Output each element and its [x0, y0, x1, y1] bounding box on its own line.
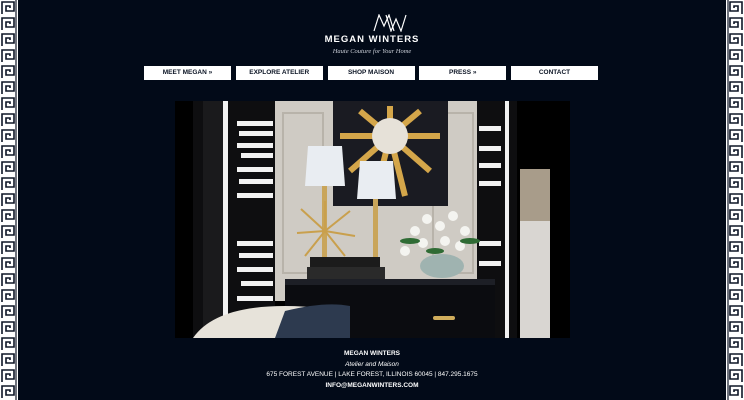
- nav-press[interactable]: PRESS »: [419, 66, 507, 80]
- footer-address: 675 FOREST AVENUE | LAKE FOREST, ILLINOI…: [266, 371, 478, 378]
- nav-contact[interactable]: CONTACT: [511, 66, 598, 80]
- main-nav: MEET MEGAN » EXPLORE ATELIER SHOP MAISON…: [144, 66, 598, 80]
- nav-meet-megan[interactable]: MEET MEGAN »: [144, 66, 231, 80]
- brand-tagline: Haute Couture for Your Home: [332, 48, 412, 55]
- site-header: MEGAN WINTERS Haute Couture for Your Hom…: [18, 0, 726, 62]
- greek-key-border-right: [726, 0, 744, 400]
- greek-key-icon: [0, 0, 18, 400]
- site-footer: MEGAN WINTERS Atelier and Maison 675 FOR…: [18, 349, 726, 391]
- footer-subtitle: Atelier and Maison: [345, 360, 399, 368]
- footer-name: MEGAN WINTERS: [344, 350, 400, 357]
- footer-email-link[interactable]: INFO@MEGANWINTERS.COM: [18, 381, 726, 392]
- mw-monogram-icon[interactable]: [373, 14, 407, 32]
- greek-key-border-left: [0, 0, 18, 400]
- brand-name[interactable]: MEGAN WINTERS: [18, 34, 726, 45]
- greek-key-icon: [726, 0, 744, 400]
- nav-shop-maison[interactable]: SHOP MAISON: [327, 66, 415, 80]
- hero-image: [175, 101, 570, 338]
- nav-explore-atelier[interactable]: EXPLORE ATELIER: [235, 66, 323, 80]
- bedroom-vignette-illustration: [175, 101, 570, 338]
